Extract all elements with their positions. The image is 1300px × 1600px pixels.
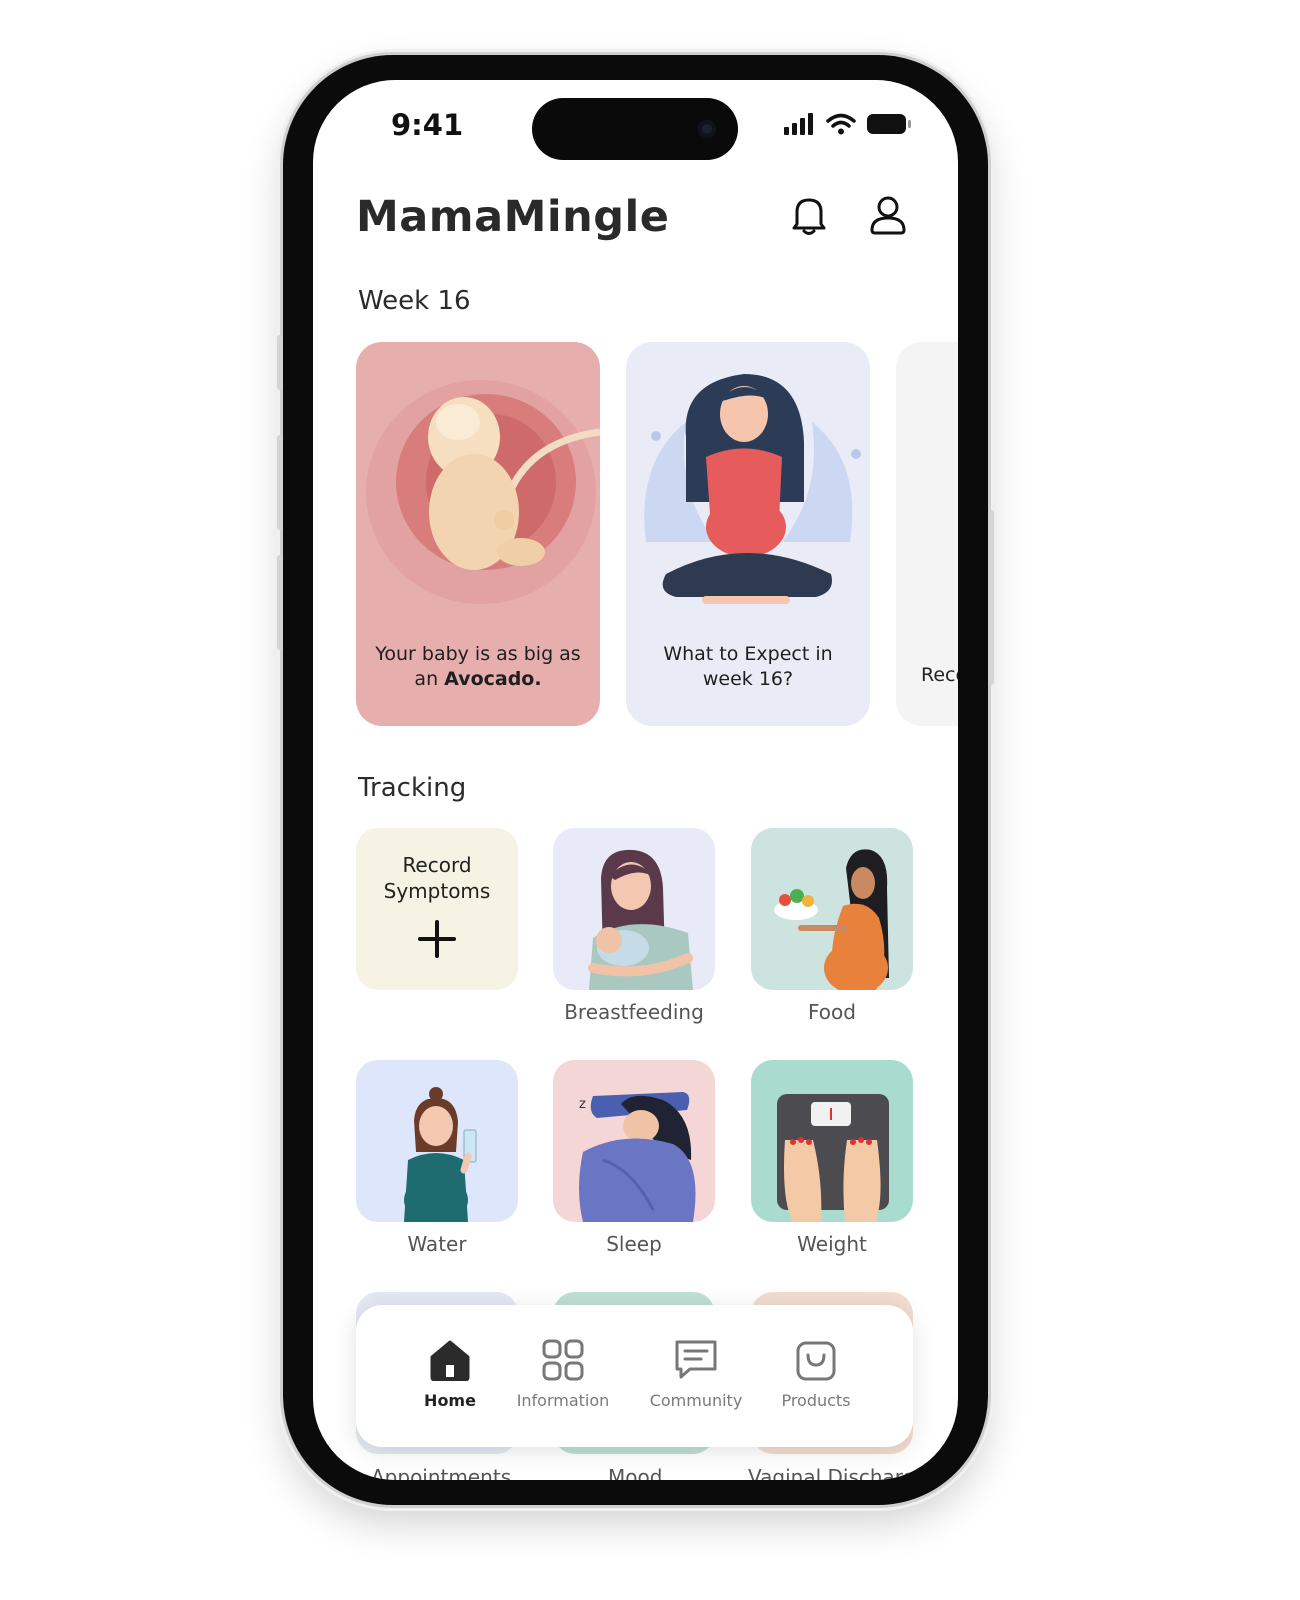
camera-icon: [698, 120, 716, 138]
what-to-expect-text: What to Expect in week 16?: [663, 643, 833, 690]
app-title: MamaMingle: [356, 192, 670, 242]
fetus-illustration: [366, 380, 600, 604]
bell-icon[interactable]: [786, 192, 832, 238]
record-symptoms-tile[interactable]: Record Symptoms: [356, 828, 518, 990]
sleep-illustration: z: [579, 1092, 696, 1222]
weight-tile[interactable]: [751, 1060, 913, 1222]
home-icon: [430, 1340, 470, 1382]
chat-icon: [675, 1340, 717, 1379]
nav-products[interactable]: Products: [756, 1339, 876, 1410]
bag-icon: [796, 1341, 836, 1381]
weight-label: Weight: [797, 1232, 867, 1256]
recommendation-text: Reco: [921, 664, 958, 686]
vaginal-discharge-label: Vaginal Discharg: [748, 1465, 916, 1480]
volume-down-button: [277, 555, 283, 650]
mood-label: Mood: [608, 1465, 663, 1480]
grid-icon: [542, 1339, 584, 1381]
battery-icon: [867, 114, 911, 134]
bottom-nav: Home Information Community Products: [356, 1305, 913, 1447]
baby-size-card[interactable]: Your baby is as big as an Avocado.: [356, 342, 600, 726]
signal-icon: [784, 113, 813, 135]
water-label: Water: [407, 1232, 467, 1256]
nav-community[interactable]: Community: [636, 1339, 756, 1410]
breastfeeding-label: Breastfeeding: [564, 1000, 704, 1024]
breastfeeding-illustration: [588, 849, 693, 990]
nav-information-label: Information: [516, 1391, 610, 1410]
recommendation-card[interactable]: Reco: [896, 342, 958, 726]
wifi-icon: [826, 113, 856, 135]
svg-text:z: z: [579, 1097, 586, 1112]
status-time: 9:41: [391, 108, 464, 142]
nav-information[interactable]: Information: [503, 1339, 623, 1410]
volume-up-button: [277, 435, 283, 530]
nav-products-label: Products: [781, 1391, 851, 1410]
sleep-label: Sleep: [606, 1232, 662, 1256]
breastfeeding-tile[interactable]: [553, 828, 715, 990]
water-illustration: [404, 1087, 477, 1222]
nav-community-label: Community: [649, 1391, 743, 1410]
nav-home-label: Home: [424, 1391, 476, 1410]
dynamic-island: [532, 98, 738, 160]
sleep-tile[interactable]: z: [553, 1060, 715, 1222]
food-label: Food: [808, 1000, 856, 1024]
user-icon[interactable]: [865, 192, 911, 238]
record-symptoms-label: Record Symptoms: [383, 853, 491, 903]
baby-size-fruit: Avocado.: [444, 668, 542, 690]
power-button: [988, 510, 994, 685]
side-button: [277, 335, 283, 390]
food-tile[interactable]: [751, 828, 913, 990]
water-tile[interactable]: [356, 1060, 518, 1222]
nav-home[interactable]: Home: [390, 1339, 510, 1410]
status-icons: [784, 112, 912, 136]
plus-icon: [418, 920, 456, 958]
screen: 9:41 MamaMingle Week 16 Your baby is as …: [313, 80, 958, 1480]
baby-size-text: Your baby is as big as an Avocado.: [366, 642, 590, 692]
weight-illustration: [777, 1094, 889, 1222]
food-illustration: [774, 849, 889, 990]
what-to-expect-card[interactable]: What to Expect in week 16?: [626, 342, 870, 726]
appointments-label: Appointments: [371, 1465, 512, 1480]
tracking-title: Tracking: [358, 773, 467, 803]
week-title: Week 16: [358, 286, 471, 316]
meditating-woman-illustration: [644, 374, 861, 604]
